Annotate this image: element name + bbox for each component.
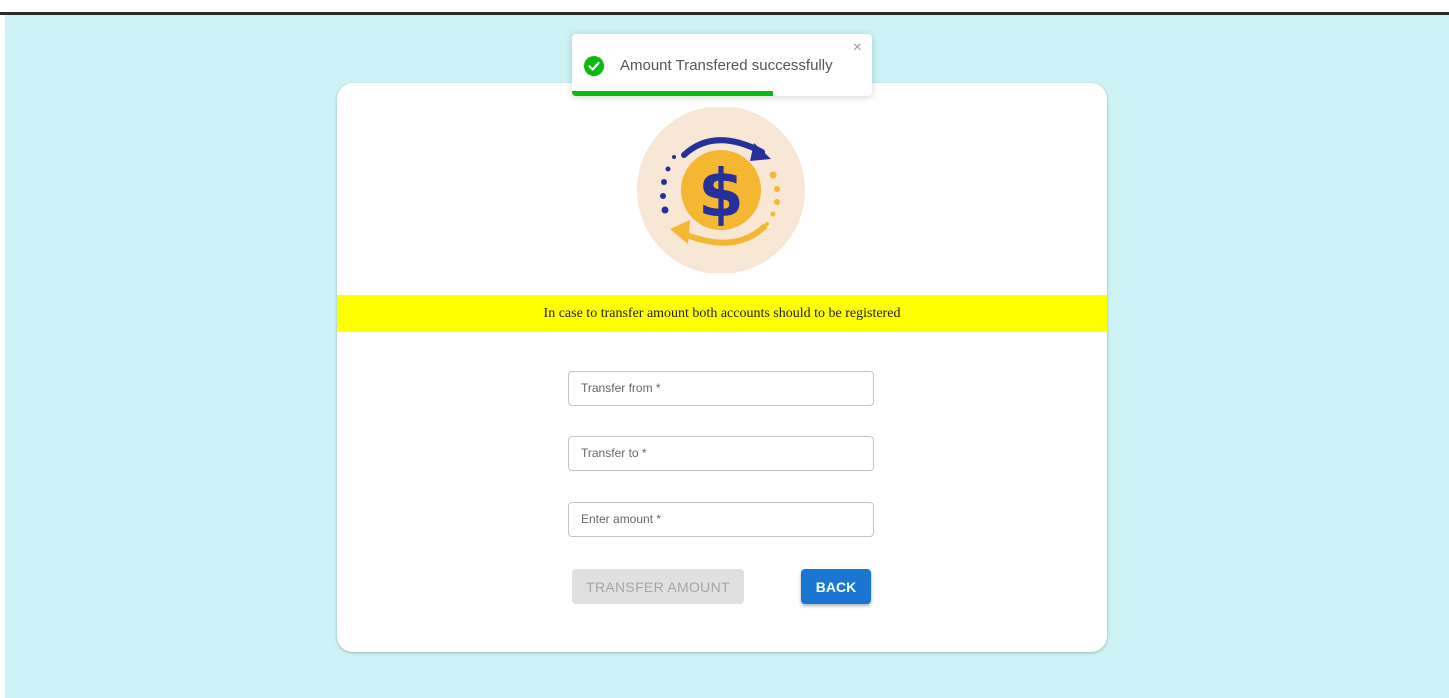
toast-message: Amount Transfered successfully	[620, 57, 833, 74]
toast-progress-bar	[572, 91, 773, 96]
transfer-amount-button[interactable]: TRANSFER AMOUNT	[572, 569, 744, 604]
transfer-amount-label: TRANSFER AMOUNT	[586, 578, 730, 595]
browser-top-strip	[0, 0, 1449, 12]
success-toast[interactable]: Amount Transfered successfully ×	[572, 34, 872, 96]
transfer-to-placeholder: Transfer to *	[581, 446, 647, 460]
dollar-glyph: $	[698, 155, 744, 232]
close-icon[interactable]: ×	[853, 40, 862, 56]
amount-placeholder: Enter amount *	[581, 512, 662, 526]
left-strip	[0, 15, 5, 698]
top-border	[0, 12, 1449, 15]
amount-field[interactable]: Enter amount *	[568, 502, 874, 537]
transfer-to-field[interactable]: Transfer to *	[568, 436, 874, 471]
check-circle-icon	[584, 56, 604, 76]
money-transfer-icon: $	[637, 107, 805, 273]
notice-banner: In case to transfer amount both accounts…	[337, 295, 1107, 332]
back-button[interactable]: BACK	[801, 569, 871, 604]
transfer-from-field[interactable]: Transfer from *	[568, 371, 874, 406]
notice-text: In case to transfer amount both accounts…	[543, 305, 901, 321]
transfer-card: $ In case to transfer amount both accoun…	[337, 83, 1107, 652]
back-label: BACK	[815, 578, 857, 595]
transfer-from-placeholder: Transfer from *	[581, 381, 661, 395]
